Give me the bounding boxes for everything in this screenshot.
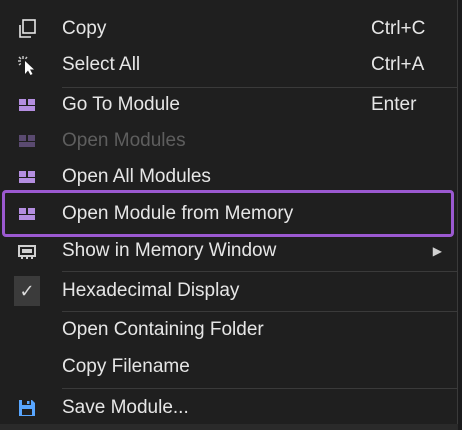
- module-icon: [14, 128, 40, 154]
- menu-item-copy[interactable]: Copy Ctrl+C: [0, 11, 458, 47]
- menu-item-hexadecimal-display[interactable]: ✓ Hexadecimal Display: [0, 273, 458, 309]
- menu-item-open-containing-folder[interactable]: Open Containing Folder: [0, 312, 458, 348]
- menu-item-go-to-module[interactable]: Go To Module Enter: [0, 87, 458, 123]
- submenu-arrow-icon: ▶: [432, 244, 442, 258]
- menu-item-shortcut: Ctrl+A: [371, 54, 425, 75]
- memory-window-icon: [14, 238, 40, 264]
- menu-item-label: Open Containing Folder: [62, 319, 264, 340]
- menu-bottom-edge: [0, 424, 458, 430]
- select-all-icon: [14, 52, 40, 78]
- module-icon: [14, 92, 40, 118]
- menu-item-label: Select All: [62, 54, 141, 75]
- menu-item-shortcut: Ctrl+C: [371, 18, 426, 39]
- menu-item-shortcut: Enter: [371, 94, 417, 115]
- menu-item-label: Go To Module: [62, 94, 180, 115]
- module-icon: [14, 164, 40, 190]
- menu-item-label: Save Module...: [62, 397, 189, 418]
- menu-item-label: Copy: [62, 18, 107, 39]
- menu-item-label: Copy Filename: [62, 356, 190, 377]
- context-menu: Copy Ctrl+C Select All Ctrl+A Go To Modu…: [0, 0, 458, 430]
- menu-item-label: Show in Memory Window: [62, 240, 277, 261]
- menu-item-label: Open All Modules: [62, 166, 211, 187]
- menu-item-open-modules: Open Modules: [0, 123, 458, 159]
- menu-separator: [62, 271, 458, 272]
- checkmark-icon: ✓: [14, 276, 40, 306]
- menu-item-show-in-memory-window[interactable]: Show in Memory Window ▶: [0, 233, 458, 269]
- menu-item-label: Hexadecimal Display: [62, 280, 240, 301]
- menu-separator: [62, 388, 458, 389]
- menu-item-select-all[interactable]: Select All Ctrl+A: [0, 47, 458, 83]
- checkmark-box: ✓: [14, 276, 40, 306]
- copy-icon: [14, 16, 40, 42]
- menu-item-save-module[interactable]: Save Module...: [0, 390, 458, 426]
- menu-item-copy-filename[interactable]: Copy Filename: [0, 349, 458, 385]
- save-icon: [14, 395, 40, 421]
- menu-item-label: Open Modules: [62, 130, 186, 151]
- highlight-outline: [2, 190, 454, 237]
